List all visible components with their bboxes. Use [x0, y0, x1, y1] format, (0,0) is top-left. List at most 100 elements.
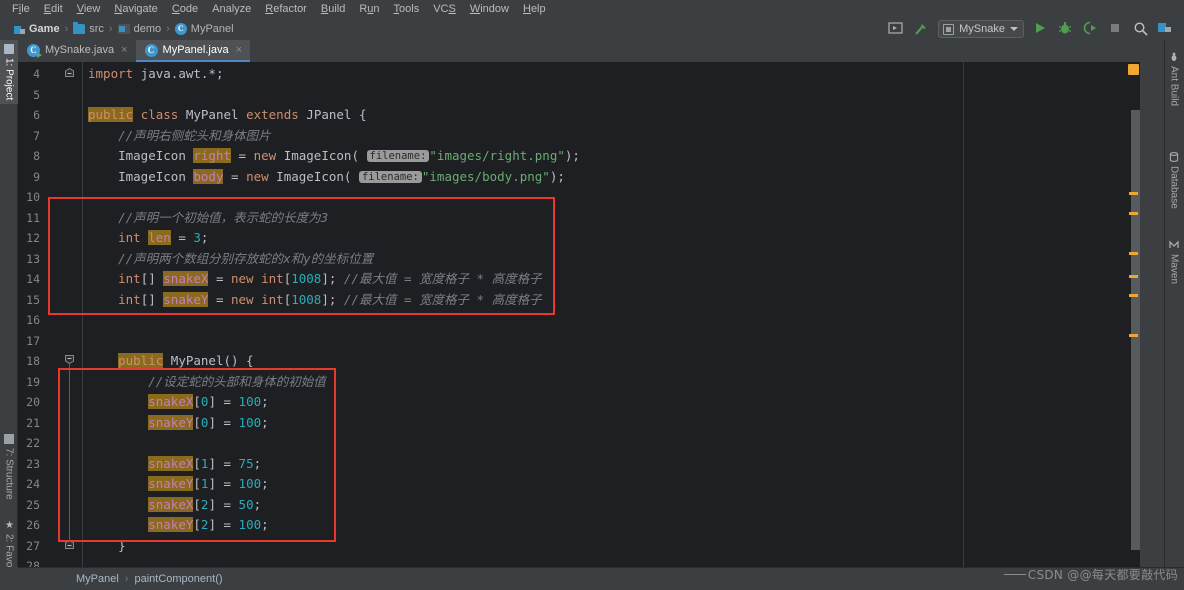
build-hammer-icon[interactable] — [913, 21, 929, 37]
highlighted-identifier: snakeX — [148, 455, 194, 471]
sidebar-item-maven[interactable]: Maven — [1164, 236, 1184, 288]
code-comment: //声明一个初始值，表示蛇的长度为3 — [118, 209, 329, 225]
code-line[interactable]: //设定蛇的头部和身体的初始值 — [88, 372, 326, 393]
code-content[interactable]: import java.awt.*; public class MyPanel e… — [88, 62, 1140, 567]
code-line[interactable]: //声明右侧蛇头和身体图片 — [88, 126, 271, 147]
line-number: 22 — [26, 436, 40, 450]
code-line[interactable]: int[] snakeX = new int[1008]; //最大值 = 宽度… — [88, 269, 542, 290]
editor-tab-mysnake[interactable]: C MySnake.java × — [18, 40, 136, 62]
code-line[interactable]: public class MyPanel extends JPanel { — [88, 105, 367, 126]
highlighted-identifier: snakeY — [163, 291, 209, 307]
code-line[interactable]: import java.awt.*; — [88, 64, 223, 85]
line-number: 5 — [33, 87, 40, 102]
package-folder-icon — [117, 24, 130, 34]
code-comment: //设定蛇的头部和身体的初始值 — [148, 373, 326, 389]
line-number: 24 — [26, 477, 40, 491]
code-line[interactable]: //声明一个初始值，表示蛇的长度为3 — [88, 208, 328, 229]
folder-icon — [73, 22, 86, 34]
run-button[interactable] — [1033, 21, 1049, 37]
code-line[interactable]: //声明两个数组分别存放蛇的x和y的坐标位置 — [88, 249, 373, 270]
debug-button[interactable] — [1058, 21, 1074, 37]
inspection-status-indicator[interactable] — [1128, 64, 1139, 75]
search-icon[interactable] — [1133, 21, 1149, 37]
breadcrumb-label: demo — [133, 23, 162, 35]
menu-item-view[interactable]: View — [70, 1, 108, 18]
breadcrumb-item-src[interactable]: src — [73, 22, 104, 35]
fold-marker-constructor-start[interactable] — [65, 355, 74, 364]
menu-item-file[interactable]: File — [5, 1, 37, 18]
highlighted-identifier: snakeY — [148, 517, 194, 532]
error-stripe[interactable] — [1128, 62, 1140, 567]
line-number: 14 — [26, 272, 40, 286]
warning-stripe[interactable] — [1129, 294, 1138, 297]
close-icon[interactable]: × — [121, 44, 127, 56]
breadcrumb-label: src — [89, 23, 104, 35]
line-number: 12 — [26, 231, 40, 245]
menu-item-code[interactable]: Code — [165, 1, 205, 18]
menu-item-analyze[interactable]: Analyze — [205, 1, 258, 18]
run-with-coverage-button[interactable] — [1083, 21, 1099, 37]
fold-marker-constructor-end[interactable] — [65, 540, 74, 549]
menu-item-window[interactable]: Window — [463, 1, 516, 18]
string-literal: "images/body.png" — [421, 168, 550, 184]
sidebar-item-label: Maven — [1168, 254, 1180, 285]
editor-tab-mypanel[interactable]: C MyPanel.java × — [135, 40, 251, 62]
menu-item-run[interactable]: Run — [352, 1, 386, 18]
menu-item-navigate[interactable]: Navigate — [107, 1, 164, 18]
warning-stripe[interactable] — [1129, 212, 1138, 215]
code-line[interactable]: snakeY[0] = 100; — [88, 413, 269, 434]
menu-item-tools[interactable]: Tools — [387, 1, 427, 18]
breadcrumb-separator: › — [166, 23, 170, 35]
sidebar-item-label: Database — [1168, 166, 1180, 209]
code-line[interactable]: snakeX[0] = 100; — [88, 392, 269, 413]
bottom-breadcrumb-class[interactable]: MyPanel — [76, 573, 119, 585]
breadcrumb-item-demo[interactable]: demo — [117, 23, 162, 35]
project-icon — [14, 24, 25, 35]
warning-stripe[interactable] — [1129, 252, 1138, 255]
code-line[interactable]: public MyPanel() { — [88, 351, 254, 372]
run-configuration-selector[interactable]: MySnake — [938, 20, 1024, 38]
project-structure-icon[interactable] — [1158, 21, 1174, 37]
code-folding-rail[interactable] — [63, 62, 76, 567]
editor-scrollbar-thumb[interactable] — [1131, 110, 1140, 550]
code-line[interactable]: snakeX[1] = 75; — [88, 454, 261, 475]
breadcrumb-label: Game — [29, 23, 60, 35]
code-line[interactable]: snakeY[2] = 100; — [88, 515, 269, 536]
star-icon: ★ — [4, 519, 15, 531]
code-line[interactable]: int len = 3; — [88, 228, 208, 249]
sidebar-item-ant-build[interactable]: Ant Build — [1164, 48, 1184, 110]
code-line[interactable]: ImageIcon right = new ImageIcon( filenam… — [88, 146, 580, 167]
sidebar-item-project[interactable]: 1: Project — [0, 40, 18, 105]
menu-item-refactor[interactable]: Refactor — [258, 1, 314, 18]
menu-item-vcs[interactable]: VCS — [426, 1, 463, 18]
code-line[interactable]: ImageIcon body = new ImageIcon( filename… — [88, 167, 565, 188]
menu-item-edit[interactable]: Edit — [37, 1, 70, 18]
run-config-label: MySnake — [959, 23, 1005, 35]
menu-item-help[interactable]: Help — [516, 1, 553, 18]
code-line[interactable]: snakeY[1] = 100; — [88, 474, 269, 495]
database-icon — [1169, 152, 1180, 162]
line-number: 13 — [26, 251, 40, 266]
sidebar-item-structure[interactable]: 7: Structure — [0, 430, 18, 504]
code-comment: //声明两个数组分别存放蛇的x和y的坐标位置 — [118, 250, 374, 266]
breadcrumb-item-mypanel[interactable]: C MyPanel — [174, 23, 234, 35]
stop-button[interactable] — [1108, 21, 1124, 37]
code-line[interactable]: int[] snakeY = new int[1008]; //最大值 = 宽度… — [88, 290, 542, 311]
line-number: 9 — [33, 169, 40, 184]
sidebar-item-label: 7: Structure — [3, 448, 15, 500]
fold-marker-import[interactable] — [65, 68, 74, 77]
line-number: 21 — [26, 415, 40, 430]
code-editor[interactable]: 4 5 6 7 8 9 10 11 12 13 14 15 16 17 18 19 20 21 22 23 24 25 26… — [18, 62, 1140, 567]
warning-stripe[interactable] — [1129, 275, 1138, 278]
breadcrumb-item-project[interactable]: Game — [14, 23, 60, 35]
close-icon[interactable]: × — [236, 44, 242, 56]
warning-stripe[interactable] — [1129, 192, 1138, 195]
menu-item-build[interactable]: Build — [314, 1, 352, 18]
bottom-breadcrumb-method[interactable]: paintComponent() — [134, 573, 222, 585]
code-line[interactable]: snakeX[2] = 50; — [88, 495, 261, 516]
open-preview-icon[interactable] — [888, 21, 904, 37]
code-line[interactable]: } — [88, 536, 126, 557]
warning-stripe[interactable] — [1129, 334, 1138, 337]
editor-gutter[interactable]: 4 5 6 7 8 9 10 11 12 13 14 15 16 17 18 19 20 21 22 23 24 25 26… — [18, 62, 64, 567]
sidebar-item-database[interactable]: Database — [1164, 148, 1184, 213]
